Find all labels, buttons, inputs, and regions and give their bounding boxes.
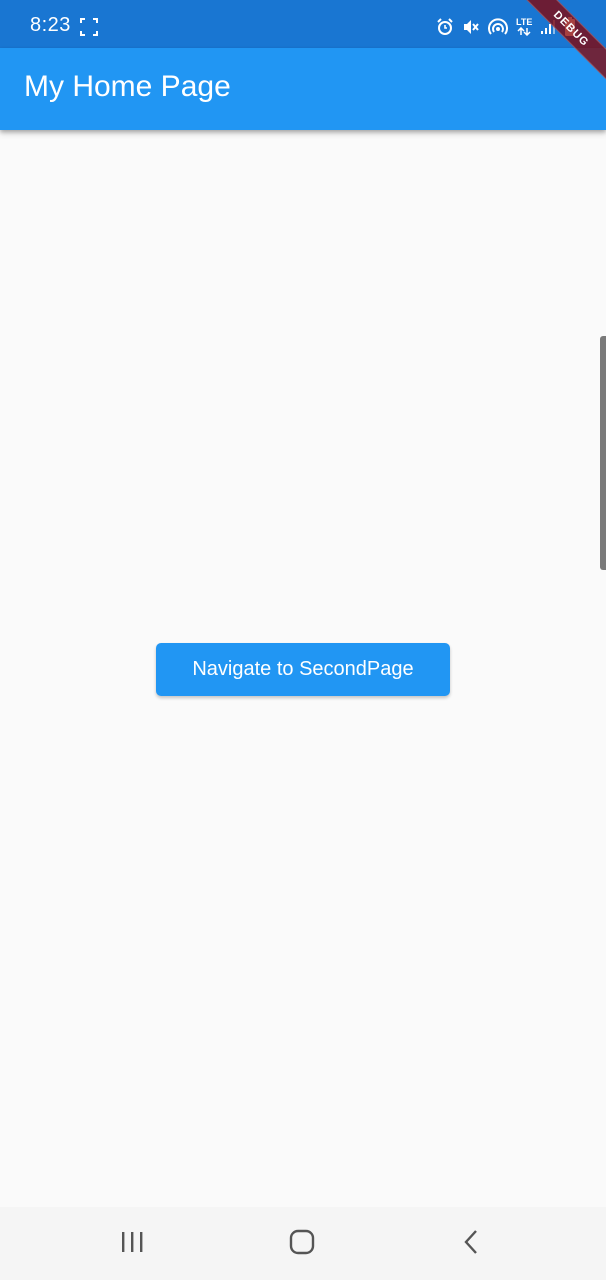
status-time: 8:23: [30, 14, 71, 36]
lte-icon: LTE: [516, 18, 532, 36]
screenshot-icon: [80, 18, 98, 36]
back-icon: [462, 1229, 482, 1260]
home-button[interactable]: [282, 1227, 322, 1261]
hotspot-icon: [488, 18, 508, 36]
system-navigation-bar: [0, 1207, 606, 1280]
status-bar: 8:23 LTE: [0, 0, 606, 48]
mute-icon: [462, 18, 480, 36]
page-title: My Home Page: [24, 70, 231, 103]
back-button[interactable]: [452, 1227, 492, 1261]
recent-apps-button[interactable]: [112, 1227, 152, 1261]
app-screen: 8:23 LTE DEBUG My Home Page Navigate to …: [0, 0, 606, 1280]
app-bar: My Home Page: [0, 48, 606, 130]
main-content: Navigate to SecondPage: [0, 130, 606, 1207]
recent-apps-icon: [119, 1230, 145, 1259]
lte-label: LTE: [516, 17, 533, 27]
edge-panel-handle[interactable]: [600, 336, 606, 570]
home-icon: [289, 1229, 315, 1260]
alarm-icon: [436, 18, 454, 36]
navigate-second-page-button[interactable]: Navigate to SecondPage: [156, 643, 450, 696]
